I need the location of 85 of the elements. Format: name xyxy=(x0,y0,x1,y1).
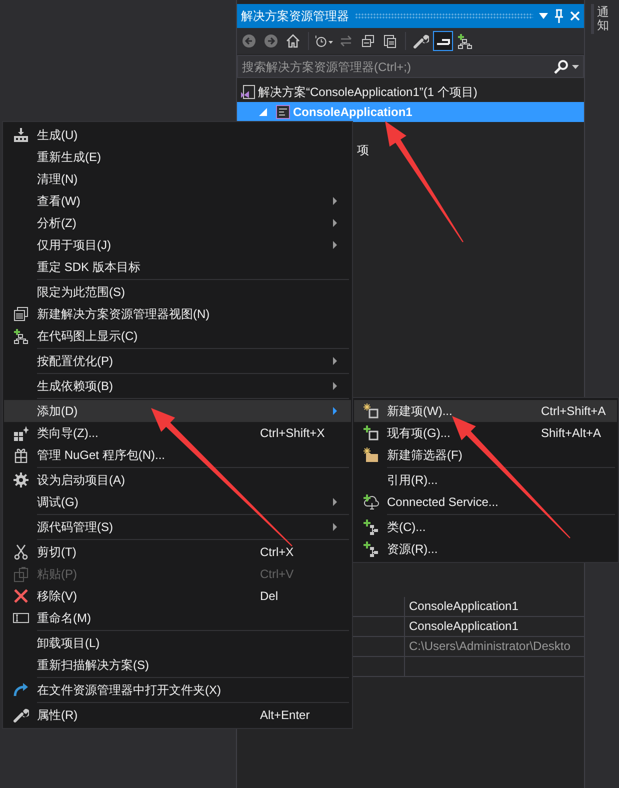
dropdown-icon xyxy=(539,13,548,19)
menu-item[interactable]: 卸载项目(L) xyxy=(4,632,351,654)
curved-arrow-icon xyxy=(12,682,28,698)
menu-item[interactable]: 限定为此范围(S) xyxy=(4,281,351,303)
solution-icon xyxy=(241,85,255,99)
menu-item[interactable]: 生成(U) xyxy=(4,124,351,146)
shortcut-label: Ctrl+V xyxy=(260,567,295,581)
wrench-icon xyxy=(413,33,429,49)
property-value: C:\Users\Administrator\Deskto xyxy=(404,637,584,656)
gear-icon xyxy=(12,472,28,488)
menu-item[interactable]: 仅用于项目(J) xyxy=(4,234,351,256)
show-files-icon xyxy=(383,34,397,48)
sync-icon xyxy=(339,34,353,48)
rename-icon xyxy=(12,610,28,626)
menu-item[interactable]: 在文件资源管理器中打开文件夹(X) xyxy=(4,679,351,701)
close-icon xyxy=(570,11,580,21)
shortcut-label: Ctrl+Shift+X xyxy=(260,426,326,440)
menu-item[interactable]: 重新生成(E) xyxy=(4,146,351,168)
menu-item[interactable]: 分析(Z) xyxy=(4,212,351,234)
menu-item[interactable]: 查看(W) xyxy=(4,190,351,212)
notifications-tab[interactable]: 通知 xyxy=(591,4,612,34)
menu-item[interactable]: Connected Service... xyxy=(354,491,617,513)
pin-icon xyxy=(554,9,564,23)
menu-item[interactable]: 移除(V) Del xyxy=(4,585,351,607)
folder-icon xyxy=(362,447,378,463)
project-icon xyxy=(276,105,290,119)
menu-item[interactable]: 按配置优化(P) xyxy=(4,350,351,372)
menu-item[interactable]: 类向导(Z)... Ctrl+Shift+X xyxy=(4,422,351,444)
home-icon xyxy=(286,34,300,48)
menu-item[interactable]: 资源(R)... xyxy=(354,538,617,560)
toolbar-button[interactable] xyxy=(433,31,453,51)
search-box[interactable]: 搜索解决方案资源管理器(Ctrl+;) xyxy=(237,55,584,78)
scissors-icon xyxy=(12,544,28,560)
close-icon xyxy=(12,588,28,604)
menu-item[interactable]: 重命名(M) xyxy=(4,607,351,629)
new-item-icon xyxy=(362,403,378,419)
package-icon xyxy=(12,447,28,463)
menu-item[interactable]: 重定 SDK 版本目标 xyxy=(4,256,351,278)
shortcut-label: Shift+Alt+A xyxy=(541,426,602,440)
tree-item[interactable]: 项 xyxy=(357,142,369,158)
add-square-icon xyxy=(362,425,378,441)
menu-item[interactable]: 属性(R) Alt+Enter xyxy=(4,704,351,726)
toolbar-button[interactable] xyxy=(455,31,475,51)
menu-item[interactable]: 剪切(T) Ctrl+X xyxy=(4,541,351,563)
menu-item[interactable]: 新建解决方案资源管理器视图(N) xyxy=(4,303,351,325)
diagram-icon xyxy=(12,328,28,344)
menu-item[interactable]: 源代码管理(S) xyxy=(4,516,351,538)
search-icon xyxy=(554,60,568,74)
sparkle-grid-icon xyxy=(12,425,28,441)
menu-item[interactable]: 现有项(G)... Shift+Alt+A xyxy=(354,422,617,444)
dropdown-icon xyxy=(572,64,579,68)
tree-item[interactable]: 解决方案“ConsoleApplication1”(1 个项目) xyxy=(237,82,584,102)
cloud-plug-icon xyxy=(362,494,378,510)
history-icon xyxy=(315,34,333,48)
tree-item-label: ConsoleApplication1 xyxy=(293,105,412,119)
menu-item[interactable]: 重新扫描解决方案(S) xyxy=(4,654,351,676)
menu-item[interactable]: 清理(N) xyxy=(4,168,351,190)
menu-item[interactable]: 调试(G) xyxy=(4,491,351,513)
build-icon xyxy=(12,127,28,143)
menu-item[interactable]: 新建项(W)... Ctrl+Shift+A xyxy=(354,400,617,422)
menu-item[interactable]: 引用(R)... xyxy=(354,469,617,491)
shortcut-label: Ctrl+Shift+A xyxy=(541,404,607,418)
diagram-icon xyxy=(457,33,473,49)
window-stack-icon xyxy=(12,306,28,322)
menu-item[interactable]: 类(C)... xyxy=(354,516,617,538)
wrench-icon xyxy=(12,707,28,723)
menu-item[interactable]: 管理 NuGet 程序包(N)... xyxy=(4,444,351,466)
class-tree-icon xyxy=(362,519,378,535)
clipboard-icon xyxy=(12,566,28,582)
property-value: ConsoleApplication1 xyxy=(404,617,584,636)
search-field[interactable]: 搜索解决方案资源管理器(Ctrl+;) xyxy=(242,60,550,74)
collapse-icon xyxy=(361,34,375,48)
shortcut-label: Ctrl+X xyxy=(260,545,295,559)
tree-item-label: 解决方案“ConsoleApplication1”(1 个项目) xyxy=(258,84,478,100)
menu-item[interactable]: 添加(D) xyxy=(4,400,351,422)
back-icon xyxy=(242,34,256,48)
forward-icon xyxy=(264,34,278,48)
menu-item[interactable]: 新建筛选器(F) xyxy=(354,444,617,466)
property-value: ConsoleApplication1 xyxy=(404,597,584,616)
menu-item[interactable]: 生成依赖项(B) xyxy=(4,375,351,397)
class-tree-icon xyxy=(362,541,378,557)
menu-item[interactable]: 在代码图上显示(C) xyxy=(4,325,351,347)
shortcut-label: Alt+Enter xyxy=(260,708,311,722)
shortcut-label: Del xyxy=(260,589,280,603)
panel-title: 解决方案资源管理器 xyxy=(241,8,349,24)
